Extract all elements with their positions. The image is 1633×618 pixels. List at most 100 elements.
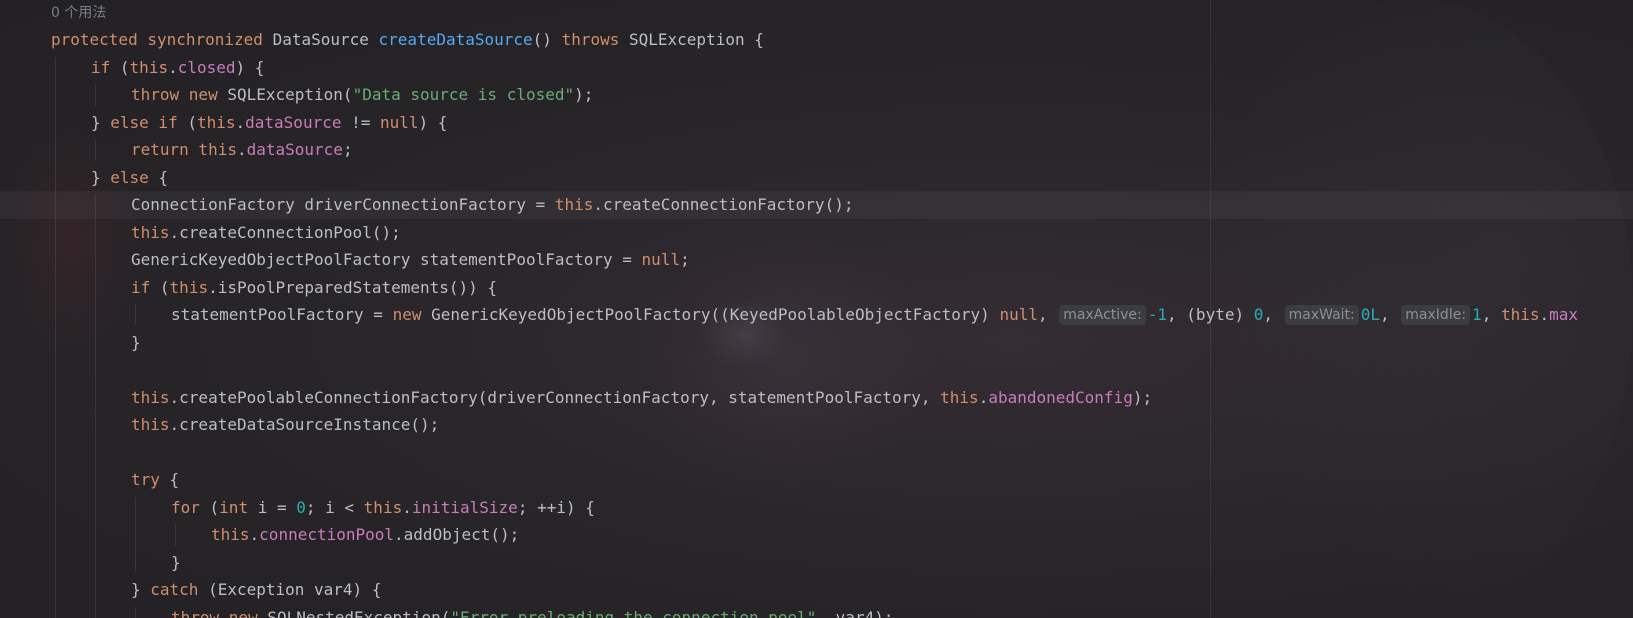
code-token: SQLException { [629, 30, 764, 49]
code-line[interactable]: return this.dataSource; [0, 136, 1633, 164]
code-token: if [91, 57, 120, 77]
code-token: this [940, 387, 979, 407]
code-token: ( [159, 277, 170, 297]
code-token: , [1380, 305, 1400, 324]
code-token: ( [187, 112, 197, 132]
code-token: connectionPool [259, 525, 395, 544]
code-token: this [196, 112, 236, 132]
code-token: , [1263, 305, 1283, 324]
code-line[interactable]: this.connectionPool.addObject(); [0, 521, 1633, 549]
code-token: ( [119, 57, 130, 77]
code-token: null [641, 250, 681, 269]
code-token: 1 [1472, 305, 1482, 324]
code-token: GenericKeyedObjectPoolFactory statementP… [131, 250, 642, 269]
code-token: 0L [1360, 305, 1381, 324]
code-token: this [1500, 305, 1540, 324]
code-token: } [91, 167, 111, 187]
code-token: for [171, 497, 210, 517]
code-token: null [380, 112, 419, 132]
code-token: SQLException( [227, 85, 353, 104]
code-token: "Data source is closed" [352, 85, 575, 104]
parameter-hint: maxActive: [1059, 305, 1146, 325]
code-token: this [554, 195, 594, 214]
code-token: , var4); [816, 607, 894, 618]
code-line[interactable]: statementPoolFactory = new GenericKeyedO… [0, 301, 1633, 329]
code-token: ; [680, 250, 690, 269]
code-token: != [341, 112, 380, 132]
code-line[interactable]: this.createPoolableConnectionFactory(dri… [0, 384, 1633, 412]
code-line[interactable]: ConnectionFactory driverConnectionFactor… [0, 191, 1633, 219]
code-token: ; [342, 140, 353, 159]
code-token: ; ++i) { [517, 497, 595, 517]
code-token: . [168, 57, 178, 77]
code-token: max [1549, 305, 1579, 324]
code-token: . [1539, 305, 1550, 324]
code-token: if [131, 277, 160, 297]
code-token: ); [574, 85, 594, 104]
code-token: closed [177, 57, 236, 77]
code-token: -1 [1147, 305, 1168, 324]
code-token: .addObject(); [394, 525, 520, 544]
code-token: , [1481, 305, 1501, 324]
code-line[interactable]: } else if (this.dataSource != null) { [0, 109, 1633, 137]
code-line[interactable]: this.createConnectionPool(); [0, 219, 1633, 247]
code-token: try [131, 470, 170, 489]
code-line[interactable]: for (int i = 0; i < this.initialSize; ++… [0, 494, 1633, 522]
code-line[interactable]: } [0, 329, 1633, 357]
code-line[interactable]: } [0, 549, 1633, 577]
code-token: { [158, 167, 169, 187]
code-token: SQLNestedException( [267, 607, 451, 618]
parameter-hint: maxIdle: [1401, 305, 1471, 325]
code-line[interactable]: if (this.closed) { [0, 54, 1633, 82]
code-token: this [363, 497, 403, 517]
code-line[interactable]: GenericKeyedObjectPoolFactory statementP… [0, 246, 1633, 274]
code-token: createDataSource [378, 30, 533, 49]
code-line[interactable]: } else { [0, 164, 1633, 192]
code-token: else [110, 167, 159, 187]
code-token: ) { [235, 57, 265, 77]
code-token: ConnectionFactory driverConnectionFactor… [131, 195, 555, 214]
code-token: throws [561, 30, 629, 49]
code-token: throw new [131, 85, 228, 104]
code-token: GenericKeyedObjectPoolFactory((KeyedPool… [431, 305, 1000, 324]
code-editor[interactable]: 0 个用法 protected synchronized DataSource … [0, 0, 1633, 618]
code-token: this [131, 415, 170, 434]
code-token: .createConnectionPool(); [169, 222, 401, 242]
code-token: . [249, 525, 260, 544]
code-line[interactable] [0, 439, 1633, 467]
code-token: throw new [171, 607, 268, 618]
code-token: protected synchronized [51, 30, 273, 49]
code-token: statementPoolFactory = [171, 305, 393, 324]
code-token: .createConnectionFactory(); [593, 195, 854, 214]
code-line[interactable]: throw new SQLNestedException("Error prel… [0, 604, 1633, 618]
code-token: abandonedConfig [988, 387, 1133, 407]
code-token: , (byte) [1167, 305, 1254, 324]
usages-inlay-hint[interactable]: 0 个用法 [51, 2, 106, 24]
code-token: this [129, 57, 169, 77]
code-token: } [131, 580, 151, 599]
code-line[interactable] [0, 356, 1633, 384]
code-line[interactable]: this.createDataSourceInstance(); [0, 411, 1633, 439]
code-token: dataSource [246, 140, 343, 159]
code-line[interactable]: try { [0, 466, 1633, 494]
code-token: null [999, 305, 1038, 324]
code-token: i = [257, 497, 297, 517]
code-token: . [978, 387, 989, 407]
code-line[interactable]: protected synchronized DataSource create… [0, 26, 1633, 54]
code-token: this [169, 277, 209, 297]
code-line[interactable]: } catch (Exception var4) { [0, 576, 1633, 604]
code-line[interactable]: if (this.isPoolPreparedStatements()) { [0, 274, 1633, 302]
code-token: ( [209, 497, 220, 517]
code-line[interactable]: throw new SQLException("Data source is c… [0, 81, 1633, 109]
code-token: .createDataSourceInstance(); [169, 415, 440, 434]
code-token: . [236, 140, 247, 159]
code-token: (Exception var4) { [208, 580, 382, 599]
parameter-hint: maxWait: [1284, 305, 1359, 325]
code-token: catch [150, 580, 209, 599]
code-token: } [91, 112, 111, 132]
code-token: this [211, 525, 250, 544]
code-token: . [235, 112, 246, 132]
code-token: , [1037, 305, 1058, 324]
code-token: .createPoolableConnectionFactory(driverC… [169, 387, 941, 407]
code-token: { [169, 470, 180, 489]
